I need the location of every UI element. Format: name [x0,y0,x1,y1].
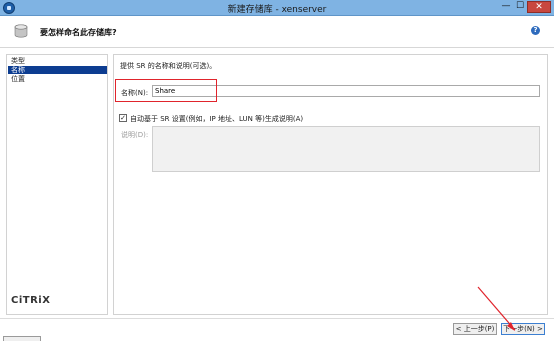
sidebar-item-location[interactable]: 位置 [8,75,107,83]
citrix-logo: CiTRiX [11,295,51,306]
partial-bottom-button[interactable] [3,336,41,341]
close-button[interactable]: ✕ [527,1,551,13]
next-button[interactable]: 下一步(N) > [501,323,545,335]
sidebar-item-name[interactable]: 名称 [8,66,107,74]
wizard-steps-sidebar: 类型 名称 位置 CiTRiX [6,54,108,315]
footer-divider [0,318,554,319]
maximize-button[interactable]: ☐ [513,1,527,13]
storage-disk-icon [14,24,28,38]
description-label: 说明(D): [121,131,149,139]
page-title: 要怎样命名此存储库? [40,28,117,37]
help-icon[interactable]: ? [531,26,540,35]
sidebar-item-type[interactable]: 类型 [8,57,107,65]
minimize-button[interactable]: — [499,1,513,13]
previous-button[interactable]: < 上一步(P) [453,323,497,335]
window-title: 新建存储库 - xenserver [227,5,327,15]
title-bar: 新建存储库 - xenserver — ☐ ✕ [0,0,554,16]
wizard-header: 要怎样命名此存储库? ? [0,16,554,48]
step-description: 提供 SR 的名称和说明(可选)。 [120,62,217,70]
description-textarea[interactable] [152,126,540,172]
highlight-box [115,79,217,102]
auto-description-label[interactable]: 自动基于 SR 设置(例如，IP 地址、LUN 等)生成说明(A) [130,114,303,124]
auto-description-checkbox[interactable]: ✓ [119,114,127,122]
